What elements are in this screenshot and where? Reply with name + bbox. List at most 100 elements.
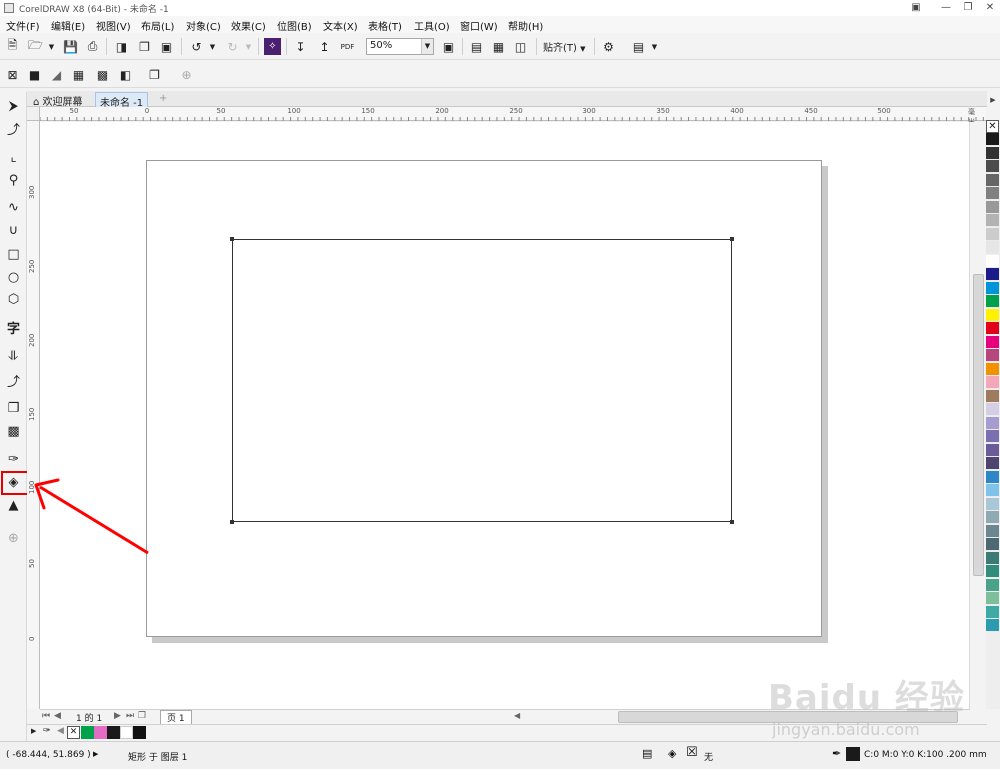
ruler-origin[interactable] (27, 107, 40, 121)
menu-text[interactable]: 文本(X) (323, 18, 358, 33)
vertical-scroll-thumb[interactable] (973, 274, 984, 576)
vertical-ruler[interactable]: 300 250 200 150 100 50 0 (27, 121, 40, 709)
undo-dropdown-icon[interactable]: ▼ (204, 38, 221, 55)
palette-swatch[interactable] (986, 403, 999, 416)
publish-pdf-icon[interactable]: PDF (339, 38, 356, 55)
palette-swatch[interactable] (986, 605, 999, 619)
status-expand-icon[interactable]: ▶ (93, 750, 98, 758)
menu-object[interactable]: 对象(C) (186, 18, 221, 33)
palette-swatch[interactable] (986, 416, 999, 430)
tab-document[interactable]: 未命名 -1 (95, 92, 149, 109)
palette-swatch[interactable] (986, 578, 999, 592)
menu-file[interactable]: 文件(F) (6, 18, 40, 33)
palette-swatch[interactable] (986, 443, 999, 457)
fill-indicator-icon[interactable]: ◈ (668, 747, 676, 760)
no-color-swatch[interactable]: ✕ (67, 726, 80, 739)
palette-swatch[interactable] (986, 389, 999, 403)
rectangle-object[interactable] (230, 237, 734, 524)
doc-swatch-black[interactable] (107, 726, 120, 739)
parallel-dimension-icon[interactable]: ⥥ (3, 346, 24, 366)
print-icon[interactable]: ⎙ (84, 38, 101, 55)
palette-swatch[interactable] (986, 322, 999, 335)
zoom-tool-icon[interactable]: ⚲ (3, 170, 24, 190)
palette-swatch[interactable] (986, 457, 999, 470)
vector-pattern-fill-icon[interactable]: ▦ (70, 66, 87, 83)
eyedropper-icon[interactable]: ✑ (43, 726, 51, 736)
palette-swatch[interactable] (986, 524, 999, 538)
menu-layout[interactable]: 布局(L) (141, 18, 174, 33)
palette-swatch[interactable] (986, 200, 999, 214)
doc-palette-menu-icon[interactable]: ▶ (31, 727, 36, 735)
copy-icon[interactable]: ❐ (136, 38, 153, 55)
color-profile-icon[interactable]: ▤ (642, 747, 652, 760)
vertical-scrollbar[interactable] (969, 122, 986, 709)
connector-tool-icon[interactable]: ⤴ (3, 370, 24, 390)
show-grid-icon[interactable]: ▦ (490, 38, 507, 55)
minimize-button[interactable]: — (936, 0, 956, 16)
menu-view[interactable]: 视图(V) (96, 18, 131, 33)
palette-swatch[interactable] (986, 362, 999, 376)
bitmap-pattern-fill-icon[interactable]: ▩ (94, 66, 111, 83)
save-icon[interactable]: 💾 (62, 38, 79, 55)
undo-icon[interactable]: ↺ (188, 38, 205, 55)
application-launcher-icon[interactable]: ▤ (630, 38, 647, 55)
palette-swatch[interactable] (986, 349, 999, 362)
page-tab[interactable]: 页 1 (160, 710, 192, 724)
palette-swatch[interactable] (986, 133, 999, 146)
hscroll-left-icon[interactable]: ◀ (514, 711, 520, 720)
node-handle[interactable] (730, 237, 734, 241)
palette-swatch[interactable] (986, 376, 999, 389)
palette-swatch[interactable] (986, 619, 999, 632)
pick-tool-icon[interactable]: ⮞ (3, 96, 24, 116)
palette-swatch[interactable] (986, 281, 999, 295)
search-content-icon[interactable]: ✧ (264, 38, 281, 55)
zoom-level-select[interactable]: 50% ▼ (366, 38, 434, 55)
uniform-fill-icon[interactable]: ■ (26, 66, 43, 83)
palette-swatch[interactable] (986, 214, 999, 227)
page-nav-first-icon[interactable]: ⏮ (42, 711, 50, 721)
import-icon[interactable]: ↧ (292, 38, 309, 55)
palette-swatch[interactable] (986, 511, 999, 524)
text-tool-icon[interactable]: 字 (3, 317, 24, 337)
drop-shadow-icon[interactable]: ❐ (3, 398, 24, 418)
palette-swatch[interactable] (986, 268, 999, 281)
launcher-dropdown-icon[interactable]: ▼ (646, 38, 663, 55)
menu-effects[interactable]: 效果(C) (231, 18, 266, 33)
doc-swatch-green[interactable] (81, 726, 94, 739)
smart-fill-icon[interactable]: ▲ (3, 495, 24, 515)
palette-swatch[interactable] (986, 335, 999, 349)
add-tool-icon[interactable]: ⊕ (3, 528, 24, 548)
doc-palette-prev-icon[interactable]: ◀ (57, 726, 64, 736)
palette-swatch[interactable] (986, 308, 999, 322)
palette-swatch[interactable] (986, 173, 999, 187)
node-handle[interactable] (230, 237, 234, 241)
menu-bitmaps[interactable]: 位图(B) (277, 18, 312, 33)
palette-swatch[interactable] (986, 484, 999, 497)
close-button[interactable]: ✕ (980, 0, 1000, 16)
doc-swatch-white[interactable] (120, 726, 133, 739)
add-plus-icon[interactable]: ⊕ (178, 66, 195, 83)
menu-tools[interactable]: 工具(O) (414, 18, 450, 33)
paste-icon[interactable]: ▣ (158, 38, 175, 55)
no-color-swatch[interactable]: ✕ (986, 120, 999, 133)
snap-to-button[interactable]: 贴齐(T) ▼ (543, 39, 586, 54)
tab-welcome-screen[interactable]: ⌂ 欢迎屏幕 (29, 92, 87, 108)
page-nav-next-icon[interactable]: ▶ (114, 711, 121, 721)
two-color-pattern-icon[interactable]: ◧ (117, 66, 134, 83)
palette-swatch[interactable] (986, 160, 999, 173)
palette-swatch[interactable] (986, 227, 999, 241)
palette-swatch[interactable] (986, 241, 999, 254)
palette-swatch[interactable] (986, 146, 999, 160)
menu-window[interactable]: 窗口(W) (460, 18, 498, 33)
chevron-down-icon[interactable]: ▼ (421, 39, 433, 54)
artistic-media-icon[interactable]: ∪ (3, 220, 24, 240)
menu-edit[interactable]: 编辑(E) (51, 18, 85, 33)
palette-swatch[interactable] (986, 254, 999, 268)
redo-dropdown-icon[interactable]: ▼ (240, 38, 257, 55)
palette-swatch[interactable] (986, 565, 999, 578)
palette-swatch[interactable] (986, 538, 999, 551)
menu-table[interactable]: 表格(T) (368, 18, 402, 33)
add-page-icon[interactable]: ❐ (138, 711, 146, 721)
palette-swatch[interactable] (986, 295, 999, 308)
copy-fill-icon[interactable]: ❐ (146, 66, 163, 83)
